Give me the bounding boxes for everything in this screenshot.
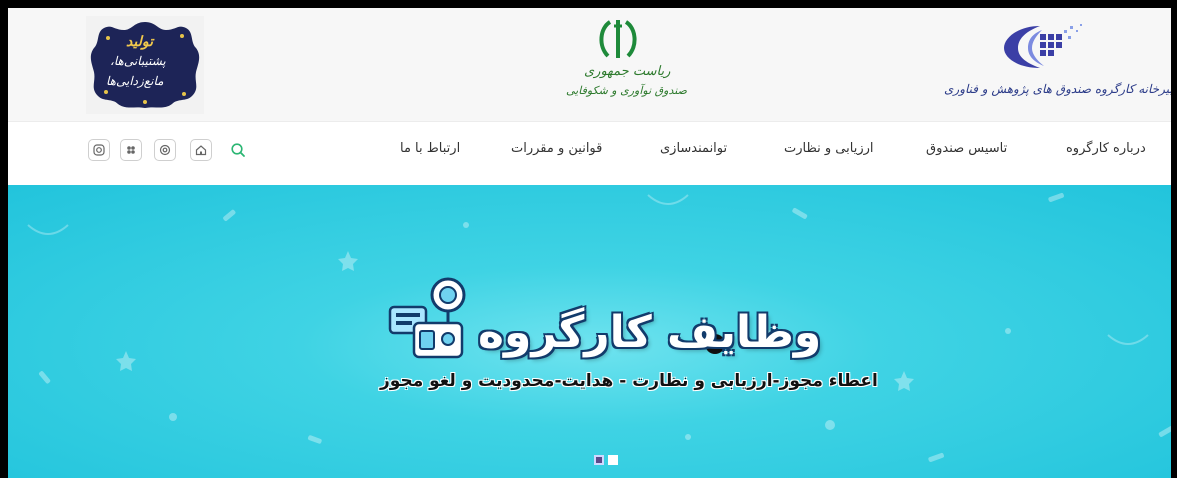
- instagram-button[interactable]: [88, 139, 110, 161]
- email-button[interactable]: [154, 139, 176, 161]
- aparat-button[interactable]: [120, 139, 142, 161]
- logo-header: تولید پشتیبانی‌ها، مانع‌زدایی‌ها ریاست ج…: [8, 8, 1171, 121]
- nav-item-contact[interactable]: ارتباط با ما: [400, 141, 460, 156]
- slider-dot-active[interactable]: [594, 455, 604, 465]
- home-icon: [195, 145, 207, 156]
- tolid-line2: پشتیبانی‌ها،: [110, 54, 166, 68]
- hero-slider[interactable]: وظایف کارگروه اعطاء مجوز-ارزیابی و نظارت…: [8, 185, 1171, 478]
- main-nav: درباره کارگروه تاسیس صندوق ارزیابی و نظا…: [8, 121, 1171, 185]
- browser-viewport: تولید پشتیبانی‌ها، مانع‌زدایی‌ها ریاست ج…: [8, 8, 1171, 478]
- presidency-line1: ریاست جمهوری: [584, 64, 671, 79]
- tolid-line3: مانع‌زدایی‌ها: [106, 74, 164, 88]
- nav-item-about[interactable]: درباره کارگروه: [1066, 141, 1146, 156]
- search-button[interactable]: [230, 139, 252, 161]
- email-icon: [159, 144, 171, 156]
- search-icon: [231, 143, 245, 157]
- hero-title: وظایف کارگروه: [478, 307, 822, 358]
- tolid-line1: تولید: [126, 34, 153, 50]
- inspection-illustration-icon: [388, 277, 466, 359]
- tolid-logo[interactable]: تولید پشتیبانی‌ها، مانع‌زدایی‌ها: [86, 16, 204, 114]
- nav-item-fund-establishment[interactable]: تاسیس صندوق: [926, 141, 1007, 156]
- hero-subtitle: اعطاء مجوز-ارزیابی و نظارت - هدایت-محدود…: [380, 371, 878, 391]
- presidency-line2: صندوق نوآوری و شکوفایی: [566, 84, 687, 97]
- aparat-icon: [127, 146, 135, 154]
- secretariat-text: دبیرخانه کارگروه صندوق های پژوهش و فناور…: [944, 82, 1171, 96]
- slider-dots: [594, 455, 618, 465]
- nav-item-laws[interactable]: قوانین و مقررات: [511, 141, 602, 156]
- secretariat-logo[interactable]: دبیرخانه کارگروه صندوق های پژوهش و فناور…: [938, 16, 1171, 116]
- presidency-logo[interactable]: ریاست جمهوری صندوق نوآوری و شکوفایی: [548, 16, 688, 116]
- slider-dot[interactable]: [608, 455, 618, 465]
- fund-emblem-icon: [1004, 24, 1082, 68]
- instagram-icon: [93, 144, 105, 156]
- nav-item-evaluation[interactable]: ارزیابی و نظارت: [784, 141, 874, 156]
- nav-item-empowerment[interactable]: توانمندسازی: [660, 141, 727, 156]
- home-button[interactable]: [190, 139, 212, 161]
